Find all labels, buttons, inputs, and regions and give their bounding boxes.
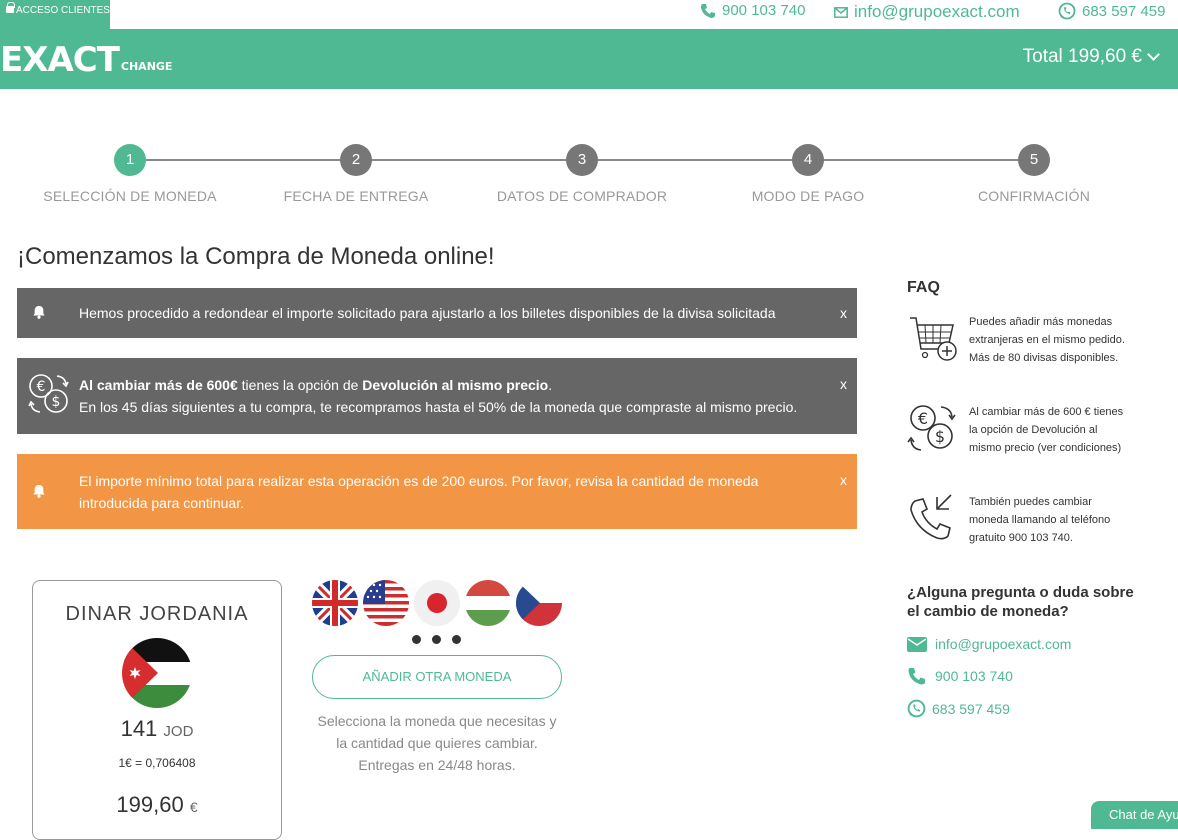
step-number: 3 — [566, 144, 598, 176]
mail-icon — [834, 6, 848, 18]
step-label: DATOS DE COMPRADOR — [496, 188, 668, 204]
refund-text-part: tienes la opción de — [237, 377, 363, 393]
top-email-link[interactable]: info@grupoexact.com — [834, 2, 1020, 22]
add-currency-help-text: Selecciona la moneda que necesitas y la … — [317, 713, 557, 773]
lock-icon — [6, 2, 15, 13]
minimum-amount-alert: El importe mínimo total para realizar es… — [17, 454, 857, 529]
carousel-pagination — [412, 635, 461, 644]
exact-change-logo[interactable]: EXACT CHANGE — [0, 41, 172, 77]
client-access-label: ACCESO CLIENTES — [16, 5, 110, 16]
step-number: 1 — [114, 144, 146, 176]
chevron-down-icon — [1147, 48, 1160, 61]
whatsapp-icon — [907, 699, 926, 718]
currency-card[interactable]: DINAR JORDANIA 141 JOD 1€ = 0,706408 199… — [32, 580, 282, 840]
step-5: 5 CONFIRMACIÓN — [924, 144, 1144, 204]
currency-name: DINAR JORDANIA — [65, 603, 249, 625]
client-access-button[interactable]: ACCESO CLIENTES — [0, 0, 110, 29]
close-alert-button[interactable]: x — [840, 305, 847, 321]
side-whatsapp-text: 683 597 459 — [932, 700, 1010, 717]
currency-exchange-icon: € $ — [28, 374, 69, 413]
side-email-text: info@grupoexact.com — [935, 636, 1072, 652]
cart-total-label: Total 199,60 € — [1022, 46, 1142, 67]
step-2: 2 FECHA DE ENTREGA — [246, 144, 466, 204]
refund-alert-text: Al cambiar más de 600€ tienes la opción … — [79, 374, 797, 418]
step-number: 2 — [340, 144, 372, 176]
refund-bold-option: Devolución al mismo precio — [362, 377, 549, 393]
whatsapp-icon — [1058, 2, 1076, 20]
carousel-dot[interactable] — [432, 635, 441, 644]
phone-icon — [908, 668, 925, 685]
eur-symbol: € — [189, 799, 198, 815]
japan-flag-icon[interactable] — [414, 580, 460, 626]
us-flag-icon[interactable] — [363, 580, 409, 626]
close-alert-button[interactable]: x — [840, 376, 847, 392]
side-phone-link[interactable]: 900 103 740 — [907, 667, 1013, 685]
step-number: 5 — [1018, 144, 1050, 176]
top-bar: ACCESO CLIENTES 900 103 740 info@grupoex… — [0, 0, 1178, 29]
main-navbar: EXACT CHANGE Total 199,60 € — [0, 29, 1178, 89]
contact-question-heading: ¿Alguna pregunta o duda sobre el cambio … — [907, 584, 1134, 620]
svg-text:$: $ — [52, 394, 61, 410]
page-title: ¡Comenzamos la Compra de Moneda online! — [17, 243, 495, 270]
refund-alert-line1: Al cambiar más de 600€ tienes la opción … — [79, 374, 797, 396]
step-1: 1 SELECCIÓN DE MONEDA — [20, 144, 240, 204]
step-label: FECHA DE ENTREGA — [283, 188, 429, 204]
currency-code: JOD — [163, 723, 194, 740]
top-whatsapp-text: 683 597 459 — [1082, 2, 1166, 20]
currency-exchange-icon: € $ — [907, 405, 956, 451]
carousel-dot[interactable] — [452, 635, 461, 644]
close-alert-button[interactable]: x — [840, 472, 847, 488]
cart-plus-icon — [910, 317, 957, 361]
faq-title: FAQ — [907, 279, 940, 296]
currency-amount: 141 JOD — [33, 716, 281, 742]
refund-alert: € $ Al cambiar más de 600€ tienes la opc… — [17, 358, 857, 434]
top-phone-text: 900 103 740 — [722, 2, 806, 19]
currency-flags-carousel — [312, 580, 564, 626]
eur-amount-value: 199,60 — [116, 792, 184, 817]
alert-text: El importe mínimo total para realizar es… — [79, 473, 759, 511]
hungary-flag-icon[interactable] — [465, 580, 511, 626]
bell-icon — [33, 305, 45, 319]
step-4: 4 MODO DE PAGO — [698, 144, 918, 204]
svg-text:€: € — [918, 409, 928, 428]
top-whatsapp-link[interactable]: 683 597 459 — [1058, 2, 1165, 20]
alert-text: Hemos procedido a redondear el importe s… — [79, 305, 776, 321]
currency-amount-value: 141 — [120, 716, 158, 741]
step-number: 4 — [792, 144, 824, 176]
cart-total-dropdown[interactable]: Total 199,60 € — [1022, 46, 1160, 68]
svg-text:$: $ — [935, 427, 945, 446]
checkout-progress-steps: 1 SELECCIÓN DE MONEDA 2 FECHA DE ENTREGA… — [0, 144, 1178, 214]
svg-text:€: € — [37, 379, 46, 395]
envelope-icon — [907, 636, 927, 652]
faq-item-text: También puedes cambiar moneda llamando a… — [969, 496, 1111, 544]
exchange-rate: 1€ = 0,706408 — [118, 756, 196, 770]
carousel-dot[interactable] — [412, 635, 421, 644]
jordan-flag-icon — [122, 638, 192, 708]
side-phone-text: 900 103 740 — [935, 668, 1013, 684]
refund-alert-line2: En los 45 días siguientes a tu compra, t… — [79, 399, 798, 415]
side-email-link[interactable]: info@grupoexact.com — [907, 636, 1071, 652]
faq-item-text: Al cambiar más de 600 € tienes la opción… — [969, 406, 1124, 454]
step-label: SELECCIÓN DE MONEDA — [43, 188, 217, 204]
top-phone-link[interactable]: 900 103 740 — [700, 2, 805, 19]
uk-flag-icon[interactable] — [312, 580, 358, 626]
faq-item-text: Puedes añadir más monedas extranjeras en… — [969, 316, 1125, 364]
help-chat-button[interactable]: Chat de Ayuda — [1091, 801, 1178, 829]
refund-bold-amount: Al cambiar más de 600€ — [79, 377, 238, 393]
side-whatsapp-link[interactable]: 683 597 459 — [907, 699, 1010, 718]
logo-sub-text: CHANGE — [120, 60, 173, 73]
step-label: MODO DE PAGO — [751, 188, 865, 204]
step-3: 3 DATOS DE COMPRADOR — [472, 144, 692, 204]
bell-icon — [33, 484, 45, 498]
step-label: CONFIRMACIÓN — [977, 188, 1091, 204]
rounding-alert: Hemos procedido a redondear el importe s… — [17, 288, 857, 338]
top-email-text: info@grupoexact.com — [854, 2, 1020, 21]
phone-icon — [701, 3, 715, 18]
refund-text-period: . — [548, 377, 553, 393]
add-currency-button[interactable]: AÑADIR OTRA MONEDA — [312, 655, 562, 699]
logo-main-text: EXACT — [0, 40, 120, 80]
phone-callback-icon — [910, 494, 952, 540]
czech-flag-icon[interactable] — [516, 580, 562, 626]
eur-amount: 199,60 € — [33, 792, 281, 818]
